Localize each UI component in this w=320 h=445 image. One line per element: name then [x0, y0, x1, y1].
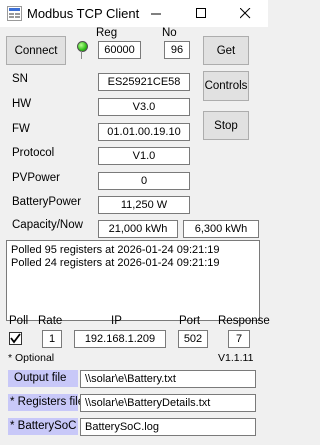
batterypower-field: 11,250 W [98, 196, 190, 214]
minimize-icon [151, 13, 161, 15]
capacity-total-field: 21,000 kWh [98, 220, 178, 238]
batterysoc-input[interactable]: BatterySoC.log [80, 418, 256, 436]
maximize-button[interactable] [179, 0, 224, 27]
protocol-field: V1.0 [98, 147, 190, 165]
log-line: Polled 95 registers at 2026-01-24 09:21:… [11, 244, 220, 256]
registers-file-label: * Registers file [8, 394, 84, 411]
no-label: No [162, 27, 177, 39]
reg-input[interactable]: 60000 [98, 41, 141, 59]
capacity-now-field: 6,300 kWh [183, 220, 259, 238]
fw-label: FW [12, 123, 30, 135]
close-icon [240, 8, 251, 19]
batterysoc-label: * BatterySoC [8, 418, 78, 435]
client-area: Connect Reg No 60000 96 Get Controls Sto… [0, 27, 270, 445]
no-input[interactable]: 96 [164, 41, 190, 59]
registers-file-input[interactable]: \\solar\e\BatteryDetails.txt [80, 394, 256, 412]
port-label: Port [179, 315, 201, 327]
protocol-label: Protocol [12, 147, 55, 159]
led-stem [81, 51, 82, 59]
port-input[interactable]: 502 [178, 330, 208, 348]
hw-label: HW [12, 98, 32, 110]
output-file-label: Output file [8, 370, 78, 387]
rate-label: Rate [38, 315, 63, 327]
batterypower-label: BatteryPower [12, 196, 82, 208]
sn-label: SN [12, 73, 28, 85]
sn-field: ES25921CE58 [98, 73, 190, 91]
pvpower-label: PVPower [12, 172, 60, 184]
minimize-button[interactable] [134, 0, 179, 27]
log-box[interactable]: Polled 95 registers at 2026-01-24 09:21:… [6, 240, 260, 321]
hw-field: V3.0 [98, 98, 190, 116]
reg-label: Reg [96, 27, 118, 39]
checkmark-icon [10, 333, 21, 344]
response-label: Response [218, 315, 270, 327]
close-button[interactable] [223, 0, 268, 27]
poll-label: Poll [9, 315, 29, 327]
optional-note: * Optional [8, 352, 55, 364]
capacity-label: Capacity/Now [12, 219, 83, 231]
title-bar[interactable]: Modbus TCP Client [0, 0, 268, 27]
stop-button[interactable]: Stop [203, 111, 249, 140]
window-title: Modbus TCP Client [27, 6, 140, 21]
fw-field: 01.01.00.19.10 [98, 123, 190, 141]
response-input[interactable]: 7 [228, 330, 250, 348]
version-label: V1.1.11 [218, 352, 254, 364]
ip-label: IP [111, 315, 122, 327]
ip-input[interactable]: 192.168.1.209 [74, 330, 166, 348]
output-file-input[interactable]: \\solar\e\Battery.txt [80, 370, 256, 388]
log-line: Polled 24 registers at 2026-01-24 09:21:… [11, 257, 220, 269]
poll-checkbox[interactable] [9, 332, 22, 345]
get-button[interactable]: Get [203, 36, 249, 65]
maximize-icon [196, 8, 206, 18]
connect-button[interactable]: Connect [6, 36, 66, 65]
rate-input[interactable]: 1 [42, 330, 62, 348]
controls-button[interactable]: Controls [203, 71, 249, 101]
connection-led-icon [77, 41, 88, 52]
pvpower-field: 0 [98, 172, 190, 190]
app-icon [7, 6, 22, 21]
